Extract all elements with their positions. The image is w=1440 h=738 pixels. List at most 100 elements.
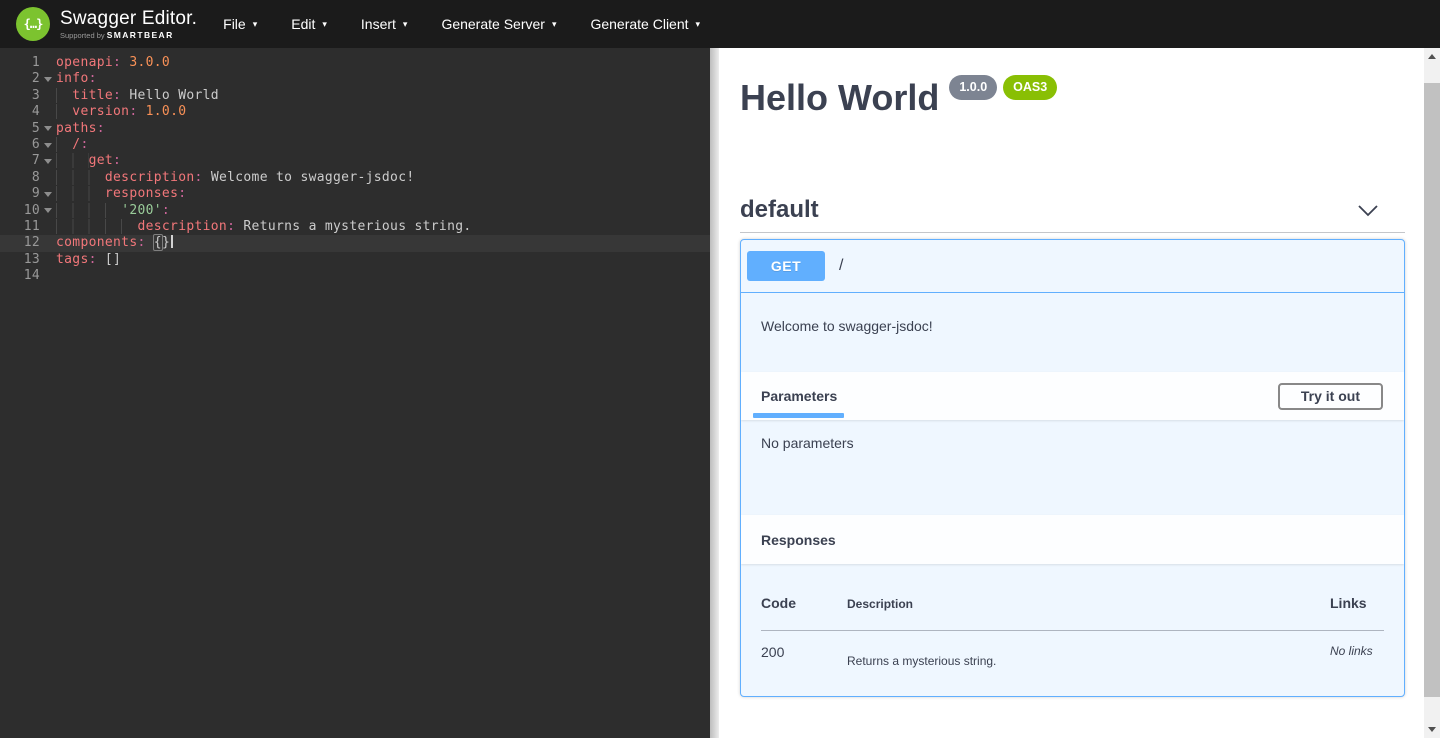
- line-number: 11: [0, 219, 40, 235]
- line-number: 14: [0, 268, 40, 284]
- topbar: {…} Swagger Editor. Supported by SMARTBE…: [0, 0, 1440, 48]
- version-badge: 1.0.0: [949, 75, 997, 99]
- code-line-11[interactable]: 11 description: Returns a mysterious str…: [0, 219, 710, 235]
- menu-insert[interactable]: Insert▾: [361, 16, 408, 32]
- try-it-out-button[interactable]: Try it out: [1278, 383, 1383, 410]
- token-c: :: [89, 71, 97, 86]
- code-text: title: Hello World: [56, 88, 710, 104]
- line-number: 2: [0, 71, 40, 87]
- scroll-down-button[interactable]: [1424, 721, 1440, 738]
- code-line-1[interactable]: 1 openapi: 3.0.0: [0, 55, 710, 71]
- caret-down-icon: ▾: [552, 19, 557, 30]
- token-k: version: [72, 104, 129, 119]
- app-logo[interactable]: {…} Swagger Editor. Supported by SMARTBE…: [16, 7, 197, 41]
- code-line-9[interactable]: 9 responses:: [0, 186, 710, 202]
- operation-path: /: [839, 257, 843, 275]
- menu-generate-server[interactable]: Generate Server▾: [441, 16, 556, 32]
- code-line-5[interactable]: 5paths:: [0, 121, 710, 137]
- fold-icon[interactable]: [40, 153, 56, 169]
- fold-icon[interactable]: [40, 71, 56, 87]
- fold-icon[interactable]: [40, 121, 56, 137]
- line-number: 4: [0, 104, 40, 120]
- oas-badge: OAS3: [1003, 75, 1057, 99]
- code-editor[interactable]: 1openapi: 3.0.02info:3 title: Hello Worl…: [0, 48, 710, 738]
- fold-gutter: [40, 219, 56, 235]
- token-c: :: [113, 88, 121, 103]
- code-line-4[interactable]: 4 version: 1.0.0: [0, 104, 710, 120]
- token-i: [56, 153, 89, 168]
- code-line-10[interactable]: 10 '200':: [0, 203, 710, 219]
- col-header-links: Links: [1330, 564, 1384, 631]
- code-text: openapi: 3.0.0: [56, 55, 710, 71]
- menu-label: Edit: [291, 16, 315, 32]
- code-line-14[interactable]: 14: [0, 268, 710, 284]
- fold-icon[interactable]: [40, 186, 56, 202]
- chevron-down-icon[interactable]: [1357, 204, 1379, 217]
- token-c: :: [80, 137, 88, 152]
- token-c: :: [178, 186, 186, 201]
- scrollbar-thumb[interactable]: [1424, 83, 1440, 697]
- brand-text: Swagger Editor. Supported by SMARTBEAR: [60, 8, 197, 40]
- text-cursor: [171, 235, 173, 248]
- token-k: openapi: [56, 55, 113, 70]
- pane-splitter[interactable]: [710, 48, 719, 738]
- menu-file[interactable]: File▾: [223, 16, 257, 32]
- line-number: 9: [0, 186, 40, 202]
- fold-gutter: [40, 268, 56, 284]
- caret-down-icon: ▾: [696, 19, 701, 30]
- tag-section-default[interactable]: default: [740, 188, 1405, 233]
- fold-icon[interactable]: [40, 203, 56, 219]
- code-text: version: 1.0.0: [56, 104, 710, 120]
- opblock-get: GET / Welcome to swagger-jsdoc! Paramete…: [740, 239, 1405, 697]
- responses-header: Responses: [741, 515, 1404, 564]
- token-p: Returns a mysterious string.: [243, 219, 471, 234]
- token-n: 3.0.0: [129, 55, 170, 70]
- api-title: Hello World1.0.0OAS3: [740, 76, 1057, 120]
- method-badge: GET: [747, 251, 825, 281]
- menu-generate-client[interactable]: Generate Client ▾: [590, 16, 700, 32]
- opblock-summary[interactable]: GET /: [741, 240, 1404, 293]
- code-line-13[interactable]: 13tags: []: [0, 252, 710, 268]
- fold-icon[interactable]: [40, 137, 56, 153]
- parameters-tab[interactable]: Parameters: [761, 388, 837, 404]
- scroll-up-button[interactable]: [1424, 48, 1440, 65]
- line-number: 7: [0, 153, 40, 169]
- fold-gutter: [40, 235, 56, 251]
- code-line-7[interactable]: 7 get:: [0, 153, 710, 169]
- responses-table-body: 200Returns a mysterious string.No links: [761, 631, 1384, 669]
- right-scrollbar[interactable]: [1424, 48, 1440, 738]
- fold-gutter: [40, 88, 56, 104]
- token-k: tags: [56, 252, 89, 267]
- tag-title: default: [740, 196, 819, 224]
- code-line-8[interactable]: 8 description: Welcome to swagger-jsdoc!: [0, 170, 710, 186]
- menu-edit[interactable]: Edit▾: [291, 16, 327, 32]
- token-i: [56, 203, 121, 218]
- line-number: 1: [0, 55, 40, 71]
- responses-table: CodeDescriptionLinks 200Returns a myster…: [761, 564, 1384, 668]
- code-line-3[interactable]: 3 title: Hello World: [0, 88, 710, 104]
- fold-gutter: [40, 170, 56, 186]
- responses-body: CodeDescriptionLinks 200Returns a myster…: [741, 564, 1404, 696]
- caret-down-icon: ▾: [403, 19, 408, 30]
- code-line-12[interactable]: 12components: {}: [0, 235, 710, 251]
- line-number: 8: [0, 170, 40, 186]
- response-description: Returns a mysterious string.: [847, 631, 1330, 669]
- code-line-6[interactable]: 6 /:: [0, 137, 710, 153]
- app-title: Swagger Editor.: [60, 8, 197, 29]
- line-number: 3: [0, 88, 40, 104]
- token-w: [137, 104, 145, 119]
- operation-description: Welcome to swagger-jsdoc!: [741, 293, 1404, 372]
- code-text: info:: [56, 71, 710, 87]
- menu-label: Generate Client: [590, 16, 688, 32]
- menu-bar: File▾Edit▾Insert▾Generate Server▾Generat…: [223, 16, 700, 32]
- code-text: [56, 268, 710, 284]
- code-text: '200':: [56, 203, 710, 219]
- token-k: description: [137, 219, 227, 234]
- code-line-2[interactable]: 2 info:: [0, 71, 710, 87]
- code-text: components: {}: [56, 235, 710, 251]
- logo-braces-glyph: {…}: [24, 17, 43, 31]
- responses-table-header-row: CodeDescriptionLinks: [761, 564, 1384, 631]
- token-c: :: [97, 121, 105, 136]
- token-i: [56, 104, 72, 119]
- token-w: [203, 170, 211, 185]
